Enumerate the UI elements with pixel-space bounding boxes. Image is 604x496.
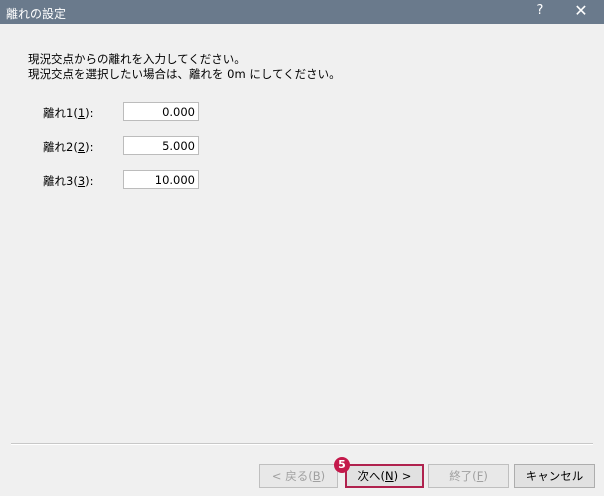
finish-button-label: 終了( [449, 469, 477, 483]
next-button[interactable]: 次へ(N) > [345, 464, 424, 488]
offset-2-label-suffix: ): [85, 140, 94, 154]
offset-3-label-suffix: ): [85, 174, 94, 188]
footer-divider [11, 443, 593, 445]
offset-1-label-prefix: 離れ1( [43, 106, 78, 120]
step-number-badge: 5 [334, 457, 350, 473]
offset-2-label: 離れ2(2): [43, 140, 94, 154]
offset-3-input[interactable] [123, 170, 199, 189]
finish-button-label-end: ) [483, 469, 488, 483]
next-button-mnemonic: N [385, 469, 394, 483]
back-button-label: < 戻る( [271, 469, 313, 483]
title-bar: 離れの設定 ? ✕ [0, 0, 604, 24]
next-button-label: 次へ( [357, 469, 386, 483]
next-button-label-end: ) > [393, 469, 412, 483]
description-line-1: 現況交点からの離れを入力してください。 [28, 52, 246, 66]
description-line-2: 現況交点を選択したい場合は、離れを 0m にしてください。 [28, 67, 341, 81]
help-icon[interactable]: ? [533, 3, 547, 18]
window-title: 離れの設定 [6, 7, 67, 21]
back-button-label-end: ) [320, 469, 326, 483]
finish-button[interactable]: 終了(F) [428, 464, 509, 488]
offset-3-label-prefix: 離れ3( [43, 174, 78, 188]
back-button[interactable]: < 戻る(B) [259, 464, 338, 488]
offset-1-input[interactable] [123, 102, 199, 121]
offset-1-label: 離れ1(1): [43, 106, 94, 120]
back-button-mnemonic: B [312, 469, 321, 483]
offset-2-input[interactable] [123, 136, 199, 155]
offset-2-label-prefix: 離れ2( [43, 140, 78, 154]
offset-3-label: 離れ3(3): [43, 174, 94, 188]
cancel-button[interactable]: キャンセル [514, 464, 595, 488]
close-icon[interactable]: ✕ [570, 1, 592, 20]
offset-1-label-suffix: ): [85, 106, 94, 120]
